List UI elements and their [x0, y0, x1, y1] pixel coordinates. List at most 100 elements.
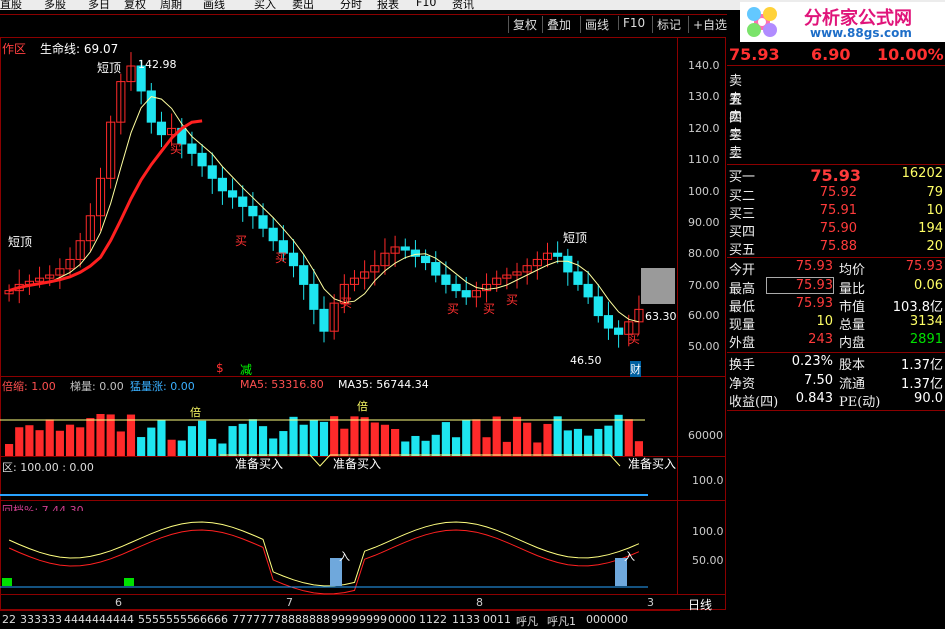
stats-row: 最低 75.93 市值 103.8亿: [727, 296, 945, 315]
ma5-label: MA5: 53316.80: [240, 378, 324, 391]
buy-signal: 买: [275, 251, 288, 265]
osc-y-tick: 50.00: [692, 554, 724, 567]
buy-section: 买一 75.93 16202 买二 75.92 79 买三 75.91 10 买…: [727, 164, 945, 258]
buy-label: 买四: [729, 225, 756, 240]
x-tick: 3: [647, 596, 654, 609]
candle-body: [217, 177, 227, 192]
fund-label: 换手: [729, 358, 756, 373]
buy-row[interactable]: 买五 75.88 20: [727, 239, 945, 258]
formula-tab[interactable]: 333333: [20, 613, 62, 626]
candle-body: [258, 215, 268, 229]
volume-bar: [523, 422, 532, 456]
formula-tab[interactable]: 000000: [586, 613, 628, 626]
candle-body: [146, 90, 156, 123]
formula-tab[interactable]: 99999999: [331, 613, 387, 626]
period-label[interactable]: 日线: [688, 596, 712, 613]
f10-button[interactable]: F10: [618, 16, 645, 30]
volume-bar: [45, 419, 54, 456]
volume-bar: [177, 440, 186, 456]
life-line-label: 生命线: 69.07: [40, 42, 119, 56]
price-change: 6.90: [811, 45, 851, 64]
formula-tab[interactable]: 呼凡: [516, 613, 538, 629]
fundamentals-section: 换手 0.23% 股本 1.37亿 净资 7.50 流通 1.37亿 收益(四)…: [727, 352, 945, 410]
formula-tab[interactable]: 22: [2, 613, 16, 626]
volume-bar: [604, 425, 613, 456]
volume-bars-group: [0, 414, 648, 496]
short-top-label: 短顶: [97, 61, 122, 75]
formula-tab[interactable]: 0011: [483, 613, 511, 626]
y-tick: 120.0: [688, 122, 720, 135]
buy-signal: 买: [170, 142, 183, 156]
volume-bar: [614, 414, 623, 456]
mark-button[interactable]: 标记: [652, 16, 681, 33]
candle-body: [441, 274, 451, 285]
osc-marker: [2, 578, 12, 586]
formula-tab[interactable]: 0000: [388, 613, 416, 626]
y-tick: 140.0: [688, 59, 720, 72]
y-tick: 110.0: [688, 153, 720, 166]
buy-price: 75.90: [819, 221, 857, 236]
overlay-button[interactable]: 叠加: [542, 16, 571, 33]
volume-bar: [5, 444, 14, 456]
main-panel-title: 作区: [2, 42, 27, 56]
volume-bar: [533, 442, 542, 456]
buy-price: 75.91: [819, 203, 857, 218]
formula-tab[interactable]: 7777777: [232, 613, 281, 626]
candle-body: [461, 290, 471, 298]
fuquan-button[interactable]: 复权: [508, 16, 537, 33]
formula-tab[interactable]: 4444444444: [64, 613, 134, 626]
add-watchlist-button[interactable]: +自选: [688, 16, 727, 33]
volume-bar: [391, 428, 400, 456]
candle-body: [573, 271, 583, 285]
fund-label: 净资: [729, 377, 756, 392]
buy-price: 75.92: [819, 185, 857, 200]
candle-body: [319, 308, 329, 332]
buy-row[interactable]: 买二 75.92 79: [727, 185, 945, 204]
buy-volume: 194: [918, 221, 943, 236]
candle-body: [238, 196, 248, 207]
y-tick: 130.0: [688, 90, 720, 103]
stat-value: 75.93: [795, 259, 833, 274]
buy-row[interactable]: 买四 75.90 194: [727, 221, 945, 240]
y-tick: 60.00: [688, 309, 720, 322]
entry-label: 入: [624, 550, 635, 563]
formula-tab[interactable]: 呼凡1: [547, 613, 576, 629]
volume-bar: [492, 416, 501, 456]
formula-tab[interactable]: 66666: [193, 613, 228, 626]
y-tick: 70.00: [688, 279, 720, 292]
short-top-label: 短顶: [8, 235, 33, 249]
volume-bar: [279, 431, 288, 456]
candle-body: [614, 327, 624, 335]
volume-bar: [512, 416, 522, 456]
candle-body: [421, 255, 431, 264]
fund-label: 股本: [839, 358, 866, 373]
fund-value: 7.50: [804, 373, 833, 388]
stat-label: 现量: [729, 318, 756, 333]
formula-tab[interactable]: 55555555: [138, 613, 194, 626]
stat-value: 2891: [909, 332, 943, 347]
candle-body: [156, 121, 167, 136]
price-range-box: [641, 268, 675, 304]
formula-tab[interactable]: 1122: [419, 613, 447, 626]
buy-row[interactable]: 买一 75.93 16202: [727, 166, 945, 185]
kline-chart[interactable]: [0, 0, 727, 610]
osc-line-red: [8, 529, 640, 595]
quote-panel: 75.93 6.90 10.00% 卖五 卖四 卖三 卖二 卖一 买一 75.9…: [727, 45, 945, 620]
draw-line-button[interactable]: 画线: [580, 16, 609, 33]
volume-bar: [563, 430, 572, 456]
buy-row[interactable]: 买三 75.91 10: [727, 203, 945, 222]
candle-body: [583, 283, 593, 298]
volume-bar: [584, 435, 593, 456]
y-tick: 80.00: [688, 247, 720, 260]
volume-bar: [228, 426, 237, 456]
buy-signal: 买: [235, 234, 248, 248]
volume-bar: [35, 430, 44, 456]
candle-body: [197, 152, 207, 167]
formula-tab[interactable]: 8888888: [281, 613, 330, 626]
x-tick: 6: [115, 596, 122, 609]
volume-bar: [65, 424, 75, 456]
candle-body: [563, 255, 573, 273]
volume-bar: [309, 419, 318, 456]
formula-tab[interactable]: 1133: [452, 613, 480, 626]
stat-label: 今开: [729, 263, 756, 278]
